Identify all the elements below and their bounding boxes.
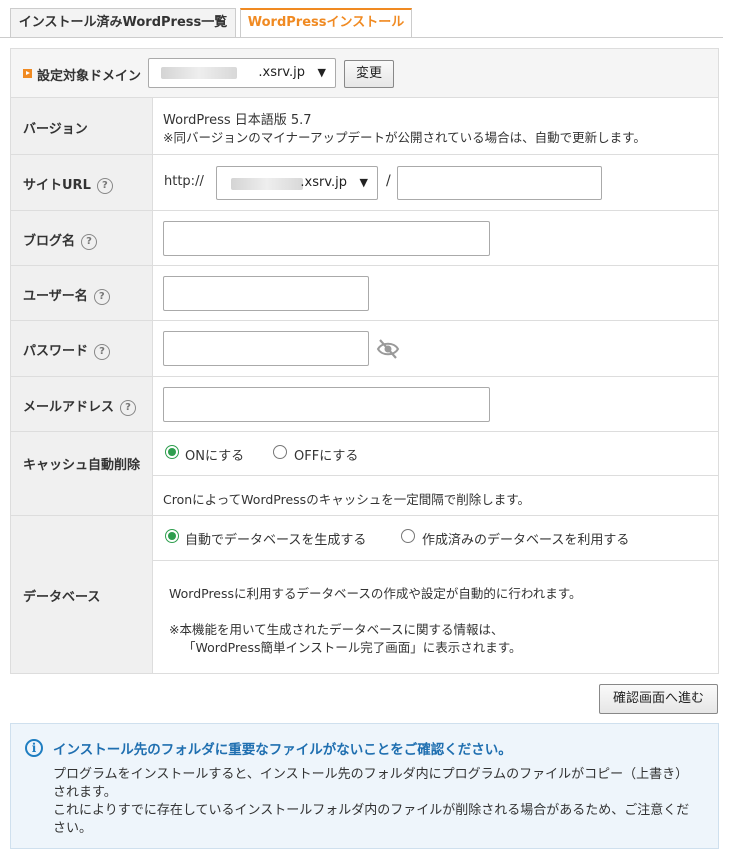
help-icon[interactable]: ? [120, 399, 137, 416]
info-icon: i [25, 739, 43, 757]
password-label: パスワード [23, 344, 89, 359]
password-label-cell: パスワード? [11, 321, 153, 376]
arrow-marker-icon [23, 69, 32, 78]
domain-select-value: .xsrv.jp [258, 65, 305, 80]
cache-description: CronによってWordPressのキャッシュを一定間隔で削除します。 [163, 492, 530, 507]
row-site-url: サイトURL? http:// .xsrv.jp ▼ / [11, 154, 718, 210]
tab-wordpress-install[interactable]: WordPressインストール [240, 8, 412, 38]
notice-box: i インストール先のフォルダに重要なファイルがないことをご確認ください。 プログ… [10, 723, 719, 849]
blog-name-label: ブログ名 [23, 234, 76, 249]
help-icon[interactable]: ? [94, 343, 111, 360]
confirm-button[interactable]: 確認画面へ進む [599, 684, 718, 714]
db-existing-label[interactable]: 作成済みのデータベースを利用する [422, 529, 629, 548]
database-label: データベース [23, 590, 101, 605]
notice-body-line1: プログラムをインストールすると、インストール先のフォルダ内にプログラムのファイル… [53, 767, 689, 800]
notice-body: プログラムをインストールすると、インストール先のフォルダ内にプログラムのファイル… [53, 766, 693, 838]
row-cache: キャッシュ自動削除 ONにする OFFにする CronによってWordPress… [11, 431, 718, 515]
domain-label: 設定対象ドメイン [37, 69, 142, 84]
row-version: バージョン WordPress 日本語版 5.7 ※同バージョンのマイナーアップ… [11, 97, 718, 154]
masked-domain [231, 178, 303, 190]
version-label-cell: バージョン [11, 98, 153, 154]
blog-name-label-cell: ブログ名? [11, 211, 153, 265]
version-value: WordPress 日本語版 5.7 [163, 113, 312, 128]
username-label: ユーザー名 [23, 289, 88, 304]
email-label-cell: メールアドレス? [11, 377, 153, 431]
row-username: ユーザー名? [11, 265, 718, 320]
help-icon[interactable]: ? [81, 233, 98, 250]
cache-divider [153, 475, 718, 476]
row-blog-name: ブログ名? [11, 210, 718, 265]
site-url-label-cell: サイトURL? [11, 155, 153, 210]
cache-off-label[interactable]: OFFにする [294, 445, 358, 464]
version-note: ※同バージョンのマイナーアップデートが公開されている場合は、自動で更新します。 [163, 130, 646, 145]
blog-name-label-wrap: ブログ名? [23, 230, 98, 250]
username-label-wrap: ユーザー名? [23, 285, 110, 305]
notice-body-line2: これによりすでに存在しているインストールフォルダ内のファイルが削除される場合があ… [53, 803, 690, 836]
change-domain-button[interactable]: 変更 [344, 60, 394, 88]
tab-baseline [0, 37, 723, 38]
site-url-path-input[interactable] [397, 166, 602, 200]
domain-bar: 設定対象ドメイン .xsrv.jp ▼ 変更 [10, 48, 719, 98]
chevron-down-icon: ▼ [317, 66, 326, 79]
chevron-down-icon: ▼ [359, 176, 368, 189]
site-url-domain-select[interactable]: .xsrv.jp ▼ [216, 166, 378, 200]
cache-on-label[interactable]: ONにする [185, 445, 244, 464]
eye-slash-icon[interactable] [376, 338, 400, 360]
install-form: バージョン WordPress 日本語版 5.7 ※同バージョンのマイナーアップ… [10, 97, 719, 674]
row-password: パスワード? [11, 320, 718, 376]
url-prefix: http:// [164, 174, 204, 189]
email-label: メールアドレス [23, 400, 115, 415]
help-icon[interactable]: ? [93, 288, 110, 305]
row-email: メールアドレス? [11, 376, 718, 431]
database-description: WordPressに利用するデータベースの作成や設定が自動的に行われます。 [169, 586, 582, 601]
username-input[interactable] [163, 276, 369, 311]
notice-title: インストール先のフォルダに重要なファイルがないことをご確認ください。 [53, 742, 512, 758]
url-separator: / [386, 173, 391, 189]
email-input[interactable] [163, 387, 490, 422]
db-existing-radio[interactable] [401, 529, 415, 543]
password-input[interactable] [163, 331, 369, 366]
database-note-line2: 「WordPress簡単インストール完了画面」に表示されます。 [183, 640, 522, 655]
db-auto-label[interactable]: 自動でデータベースを生成する [185, 529, 366, 548]
password-label-wrap: パスワード? [23, 340, 111, 360]
username-label-cell: ユーザー名? [11, 266, 153, 320]
database-divider [153, 560, 718, 561]
help-icon[interactable]: ? [96, 177, 113, 194]
database-label-cell: データベース [11, 516, 153, 673]
cache-on-radio[interactable] [165, 445, 179, 459]
cache-off-radio[interactable] [273, 445, 287, 459]
db-auto-radio[interactable] [165, 529, 179, 543]
row-database: データベース 自動でデータベースを生成する 作成済みのデータベースを利用する W… [11, 515, 718, 673]
cache-label: キャッシュ自動削除 [23, 458, 141, 473]
tab-bar: インストール済みWordPress一覧 WordPressインストール [0, 0, 729, 38]
version-label: バージョン [23, 122, 88, 137]
email-label-wrap: メールアドレス? [23, 396, 137, 416]
site-url-label-wrap: サイトURL? [23, 174, 113, 194]
site-url-label: サイトURL [23, 178, 91, 193]
tab-installed-wordpress-list[interactable]: インストール済みWordPress一覧 [10, 8, 236, 37]
database-note-line1: ※本機能を用いて生成されたデータベースに関する情報は、 [169, 622, 504, 637]
site-url-domain-value: .xsrv.jp [300, 175, 347, 190]
masked-domain [161, 67, 237, 79]
blog-name-input[interactable] [163, 221, 490, 256]
cache-label-cell: キャッシュ自動削除 [11, 432, 153, 515]
domain-select[interactable]: .xsrv.jp ▼ [148, 58, 336, 88]
